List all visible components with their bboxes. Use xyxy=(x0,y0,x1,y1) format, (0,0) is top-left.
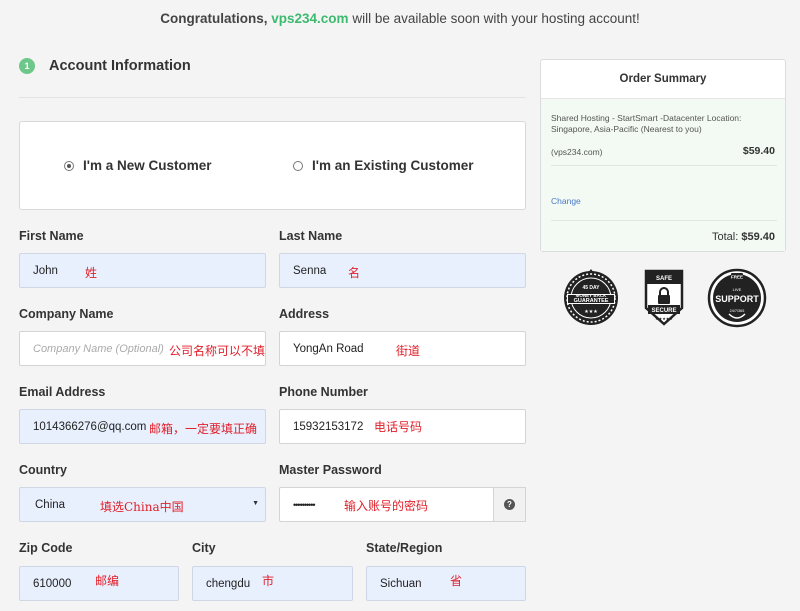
last-name-input[interactable]: Senna 名 xyxy=(279,253,526,288)
banner-suffix: will be available soon with your hosting… xyxy=(352,11,640,26)
total-value: $59.40 xyxy=(741,231,775,243)
order-summary-title: Order Summary xyxy=(541,60,785,99)
existing-customer-radio[interactable] xyxy=(293,160,303,171)
state-value: Sichuan xyxy=(380,577,422,590)
company-name-input[interactable]: Company Name (Optional) 公司名称可以不填 xyxy=(19,331,266,366)
summary-divider xyxy=(551,220,777,221)
step-number-badge: 1 xyxy=(19,58,35,74)
total-label: Total: xyxy=(711,231,739,243)
address-input[interactable]: YongAn Road 街道 xyxy=(279,331,526,366)
state-input[interactable]: Sichuan 省 xyxy=(366,566,526,601)
live-support-badge: FREE LIVE SUPPORT 24/7/365 xyxy=(707,268,767,328)
svg-text:★★★: ★★★ xyxy=(584,309,598,315)
money-back-line2: GUARANTEE xyxy=(574,298,609,304)
trust-badges: 45 DAY MONEY BACK GUARANTEE ★★★ SAFE SEC… xyxy=(562,268,772,328)
first-name-note: 姓 xyxy=(85,266,98,280)
support-free-text: FREE xyxy=(731,275,743,280)
summary-divider xyxy=(551,165,777,166)
address-note: 街道 xyxy=(396,344,421,358)
company-name-placeholder: Company Name (Optional) xyxy=(33,342,164,355)
banner-domain: vps234.com xyxy=(271,11,349,26)
address-value: YongAn Road xyxy=(293,342,364,355)
zip-code-label: Zip Code xyxy=(19,541,73,555)
state-note: 省 xyxy=(450,574,463,588)
password-value: •••••••••• xyxy=(293,499,315,510)
order-summary-panel: Order Summary Shared Hosting - StartSmar… xyxy=(540,59,786,252)
section-title: Account Information xyxy=(49,58,191,74)
password-input[interactable]: •••••••••• 输入账号的密码 xyxy=(279,487,494,522)
section-divider xyxy=(19,97,526,98)
product-domain: (vps234.com) xyxy=(551,147,603,157)
support-main-text: SUPPORT xyxy=(715,294,759,304)
country-value: China xyxy=(35,498,66,511)
zip-code-value: 610000 xyxy=(33,577,72,590)
new-customer-option[interactable]: I'm a New Customer xyxy=(64,158,212,173)
zip-code-input[interactable]: 610000 邮编 xyxy=(19,566,179,601)
last-name-value: Senna xyxy=(293,264,327,277)
password-label: Master Password xyxy=(279,463,382,477)
email-label: Email Address xyxy=(19,385,106,399)
phone-value: 15932153172 xyxy=(293,420,364,433)
country-label: Country xyxy=(19,463,67,477)
country-note: 填选China中国 xyxy=(100,500,184,514)
order-total: Total: $59.40 xyxy=(712,231,775,243)
zip-code-note: 邮编 xyxy=(95,574,120,588)
city-input[interactable]: chengdu 市 xyxy=(192,566,353,601)
safe-secure-badge: SAFE SECURE ★★★★★ xyxy=(644,269,684,326)
money-back-guarantee-badge: 45 DAY MONEY BACK GUARANTEE ★★★ xyxy=(564,269,618,325)
section-header: 1 Account Information xyxy=(19,58,191,74)
last-name-label: Last Name xyxy=(279,229,343,243)
svg-text:★★★★★: ★★★★★ xyxy=(655,316,673,321)
email-value: 1014366276@qq.com xyxy=(33,420,147,433)
product-description: Shared Hosting - StartSmart -Datacenter … xyxy=(551,113,742,134)
money-back-top-text: 45 DAY xyxy=(582,285,600,291)
banner-prefix: Congratulations, xyxy=(160,11,268,26)
state-label: State/Region xyxy=(366,541,443,555)
phone-label: Phone Number xyxy=(279,385,368,399)
city-value: chengdu xyxy=(206,577,251,590)
password-help-button[interactable]: ? xyxy=(493,487,526,522)
secure-text: SECURE xyxy=(651,308,676,314)
country-select[interactable]: China 填选China中国 ▼ xyxy=(19,487,266,522)
support-live-text: LIVE xyxy=(733,287,742,292)
support-hours-text: 24/7/365 xyxy=(730,309,745,313)
phone-input[interactable]: 15932153172 电话号码 xyxy=(279,409,526,444)
city-note: 市 xyxy=(262,574,275,588)
company-name-label: Company Name xyxy=(19,307,114,321)
last-name-note: 名 xyxy=(348,266,361,280)
new-customer-radio[interactable] xyxy=(64,160,74,171)
chevron-down-icon[interactable]: ▼ xyxy=(252,500,259,507)
customer-type-box: I'm a New Customer I'm an Existing Custo… xyxy=(19,121,526,210)
first-name-label: First Name xyxy=(19,229,84,243)
new-customer-label[interactable]: I'm a New Customer xyxy=(83,158,212,173)
email-input[interactable]: 1014366276@qq.com 邮箱，一定要填正确 xyxy=(19,409,266,444)
city-label: City xyxy=(192,541,216,555)
change-link[interactable]: Change xyxy=(551,196,581,206)
first-name-value: John xyxy=(33,264,58,277)
question-icon: ? xyxy=(504,499,515,510)
company-name-note: 公司名称可以不填 xyxy=(169,344,266,358)
product-price: $59.40 xyxy=(742,145,775,157)
safe-text: SAFE xyxy=(656,276,672,282)
first-name-input[interactable]: John 姓 xyxy=(19,253,266,288)
existing-customer-label[interactable]: I'm an Existing Customer xyxy=(312,158,474,173)
order-summary-body: Shared Hosting - StartSmart -Datacenter … xyxy=(541,99,785,251)
password-note: 输入账号的密码 xyxy=(344,499,429,513)
existing-customer-option[interactable]: I'm an Existing Customer xyxy=(293,158,474,173)
address-label: Address xyxy=(279,307,330,321)
phone-note: 电话号码 xyxy=(374,420,423,434)
email-note: 邮箱，一定要填正确 xyxy=(149,422,258,436)
congrats-banner: Congratulations, vps234.com will be avai… xyxy=(0,0,800,38)
